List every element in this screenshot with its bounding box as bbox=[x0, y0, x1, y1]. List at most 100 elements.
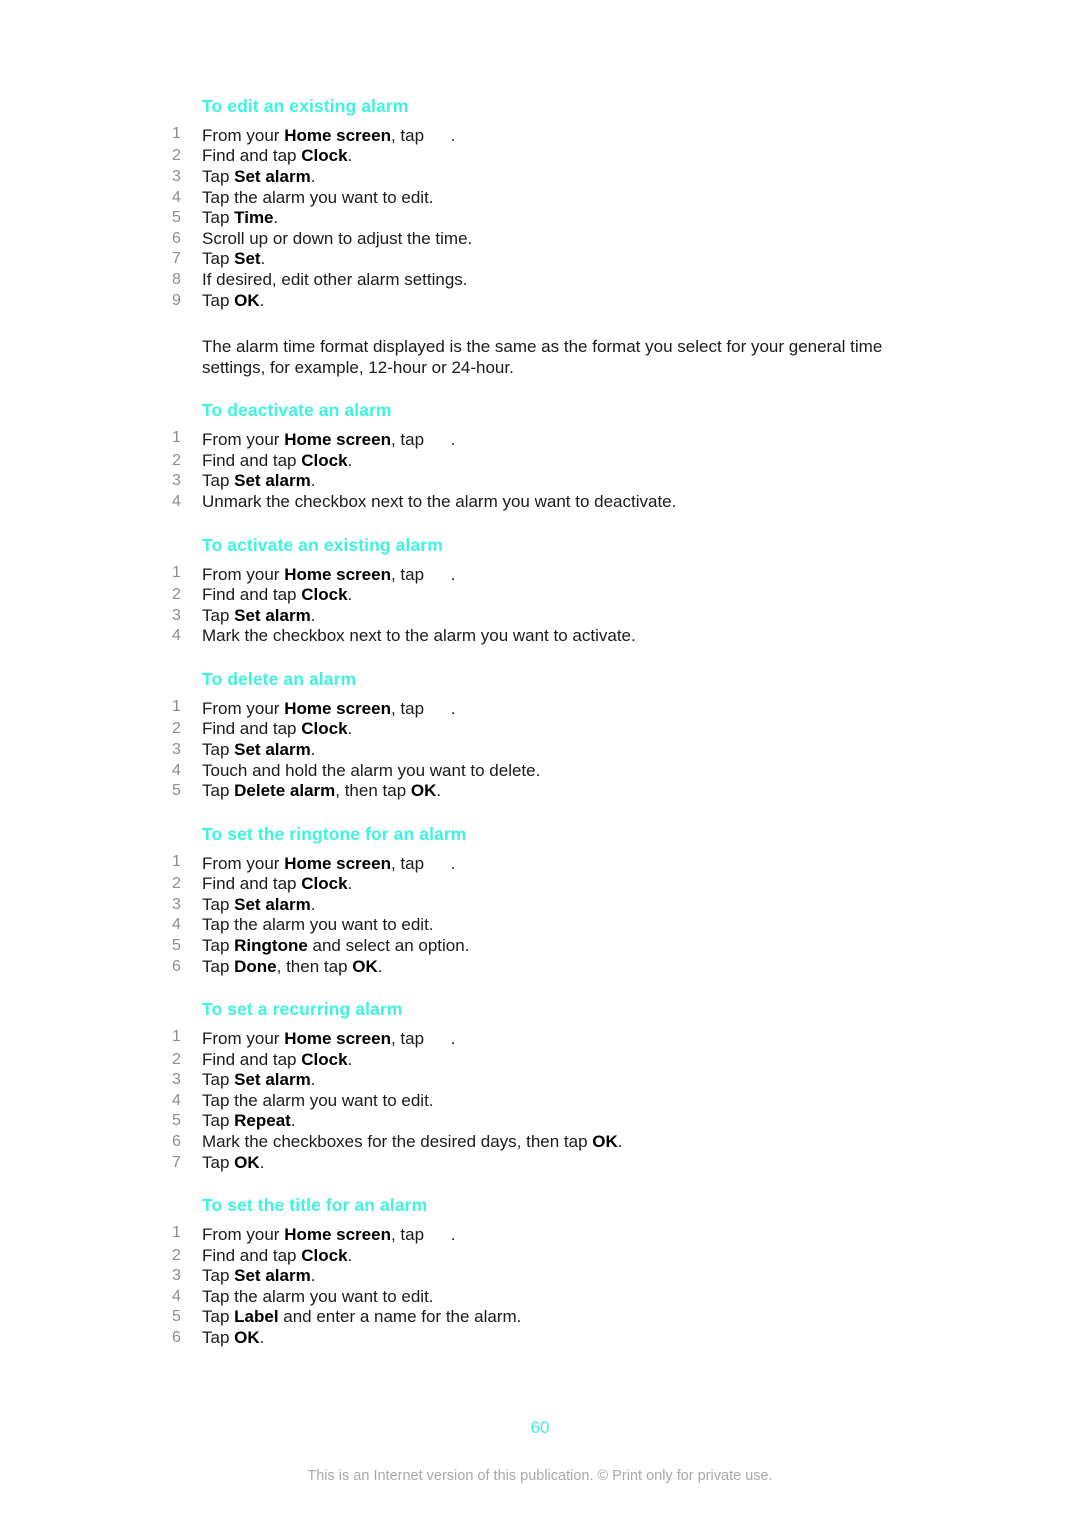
sections-container: To edit an existing alarm 1 From your Home… bbox=[172, 96, 912, 1349]
step-number: 1 bbox=[172, 563, 181, 581]
step-text: Tap Set alarm. bbox=[202, 471, 316, 491]
step-number: 3 bbox=[172, 606, 181, 624]
ui-term: Set bbox=[234, 249, 261, 269]
ui-term: Clock bbox=[301, 1049, 348, 1069]
step-number: 4 bbox=[172, 1091, 181, 1109]
step-text: Find and tap Clock. bbox=[202, 450, 353, 470]
ui-term: Clock bbox=[301, 146, 348, 166]
step-text: Tap Time. bbox=[202, 208, 279, 228]
step-item: 2 Find and tap Clock. bbox=[172, 1050, 912, 1071]
step-number: 2 bbox=[172, 1050, 181, 1068]
step-item: 5 Tap Repeat. bbox=[172, 1111, 912, 1132]
step-text: Find and tap Clock. bbox=[202, 874, 353, 894]
ui-term: Home screen bbox=[284, 853, 391, 873]
footer-copyright-notice: This is an Internet version of this publ… bbox=[307, 1468, 773, 1484]
step-text: From your Home screen, tap . bbox=[202, 1027, 456, 1049]
step-number: 5 bbox=[172, 937, 181, 954]
step-text: Tap the alarm you want to edit. bbox=[202, 187, 434, 207]
step-text: From your Home screen, tap . bbox=[202, 1225, 456, 1245]
home-screen-icon bbox=[429, 428, 451, 445]
step-number: 2 bbox=[172, 1246, 181, 1264]
step-text: Tap Set alarm. bbox=[202, 1070, 316, 1090]
step-list: 1 From your Home screen, tap . 2 Find and t… bbox=[172, 563, 912, 647]
step-text: From your Home screen, tap . bbox=[202, 564, 456, 584]
step-number: 2 bbox=[172, 586, 181, 604]
step-item: 1 From your Home screen, tap . bbox=[172, 428, 912, 451]
step-text: If desired, edit other alarm settings. bbox=[202, 270, 468, 290]
step-number: 2 bbox=[172, 875, 181, 893]
step-number: 3 bbox=[172, 168, 181, 186]
procedure-section: To deactivate an alarm 1 From your Home sc… bbox=[172, 400, 912, 512]
step-item: 2 Find and tap Clock. bbox=[172, 146, 912, 167]
step-text: Find and tap Clock. bbox=[202, 585, 353, 605]
step-item: 1 From your Home screen, tap . bbox=[172, 1223, 912, 1246]
step-item: 4 Tap the alarm you want to edit. bbox=[172, 915, 912, 936]
step-item: 4 Tap the alarm you want to edit. bbox=[172, 188, 912, 209]
step-text: Scroll up or down to adjust the time. bbox=[202, 228, 473, 248]
ui-term: Clock bbox=[301, 585, 348, 605]
step-item: 1 From your Home screen, tap . bbox=[172, 124, 912, 147]
step-number: 6 bbox=[172, 1133, 181, 1151]
step-text: Tap the alarm you want to edit. bbox=[202, 1090, 434, 1110]
step-item: 4 Tap the alarm you want to edit. bbox=[172, 1287, 912, 1308]
step-text: Find and tap Clock. bbox=[202, 1049, 353, 1069]
step-text: Tap Set alarm. bbox=[202, 894, 316, 914]
step-number: 1 bbox=[172, 697, 181, 715]
step-text: Tap Set alarm. bbox=[202, 167, 316, 187]
step-number: 4 bbox=[172, 493, 181, 511]
step-item: 2 Find and tap Clock. bbox=[172, 451, 912, 472]
step-text: Tap Set. bbox=[202, 249, 266, 269]
step-number: 4 bbox=[172, 916, 181, 934]
step-text: From your Home screen, tap . bbox=[202, 698, 456, 718]
step-text: Tap Delete alarm, then tap OK. bbox=[202, 781, 442, 801]
step-list: 1 From your Home screen, tap . 2 Find and t… bbox=[172, 1027, 912, 1173]
step-text: Tap Set alarm. bbox=[202, 1266, 316, 1286]
step-text: Find and tap Clock. bbox=[202, 719, 353, 739]
procedure-section: To delete an alarm 1 From your Home screen… bbox=[172, 669, 912, 802]
section-heading: To set a recurring alarm bbox=[202, 999, 403, 1020]
home-screen-icon bbox=[429, 1027, 451, 1044]
step-number: 9 bbox=[172, 291, 181, 309]
step-item: 1 From your Home screen, tap . bbox=[172, 563, 912, 586]
step-number: 7 bbox=[172, 250, 181, 268]
step-list: 1 From your Home screen, tap . 2 Find and t… bbox=[172, 1223, 912, 1349]
ui-term: Repeat bbox=[234, 1111, 291, 1131]
step-text: From your Home screen, tap . bbox=[202, 428, 456, 450]
procedure-section: To set a recurring alarm 1 From your Home … bbox=[172, 999, 912, 1173]
step-item: 8 If desired, edit other alarm settings. bbox=[172, 270, 912, 291]
ui-term: Time bbox=[234, 208, 274, 228]
ui-term: OK bbox=[234, 1152, 260, 1172]
ui-term: Home screen bbox=[284, 430, 391, 450]
ui-term: OK bbox=[592, 1132, 618, 1152]
step-list: 1 From your Home screen, tap . 2 Find and t… bbox=[172, 428, 912, 512]
step-number: 5 bbox=[172, 209, 181, 227]
step-number: 1 bbox=[172, 429, 181, 447]
step-item: 2 Find and tap Clock. bbox=[172, 874, 912, 895]
section-heading: To set the title for an alarm bbox=[202, 1195, 428, 1216]
ui-term: Home screen bbox=[284, 1029, 391, 1049]
step-text: Tap OK. bbox=[202, 1328, 265, 1348]
section-heading: To deactivate an alarm bbox=[202, 400, 392, 421]
step-number: 6 bbox=[172, 957, 181, 975]
ui-term: Set alarm bbox=[234, 739, 311, 759]
ui-term: OK bbox=[234, 290, 260, 310]
ui-term: Set alarm bbox=[234, 471, 311, 491]
step-item: 3 Tap Set alarm. bbox=[172, 606, 912, 627]
ui-term: Clock bbox=[301, 719, 348, 739]
ui-term: Delete alarm bbox=[234, 781, 336, 801]
home-screen-icon bbox=[429, 124, 451, 141]
ui-term: Home screen bbox=[284, 125, 391, 145]
step-text: Tap Set alarm. bbox=[202, 605, 316, 625]
step-number: 3 bbox=[172, 740, 181, 758]
step-item: 4 Mark the checkbox next to the alarm you… bbox=[172, 626, 912, 647]
step-item: 3 Tap Set alarm. bbox=[172, 740, 912, 761]
step-text: Tap OK. bbox=[202, 1152, 265, 1172]
step-number: 2 bbox=[172, 720, 181, 738]
ui-term: Home screen bbox=[284, 698, 391, 718]
ui-term: Done bbox=[234, 956, 277, 976]
step-text: Unmark the checkbox next to the alarm yo… bbox=[202, 492, 677, 512]
document-page: To edit an existing alarm 1 From your Home… bbox=[0, 0, 1080, 1527]
step-text: Tap Repeat. bbox=[202, 1111, 296, 1131]
step-list: 1 From your Home screen, tap . 2 Find and t… bbox=[172, 697, 912, 802]
step-item: 6 Mark the checkboxes for the desired day… bbox=[172, 1132, 912, 1153]
